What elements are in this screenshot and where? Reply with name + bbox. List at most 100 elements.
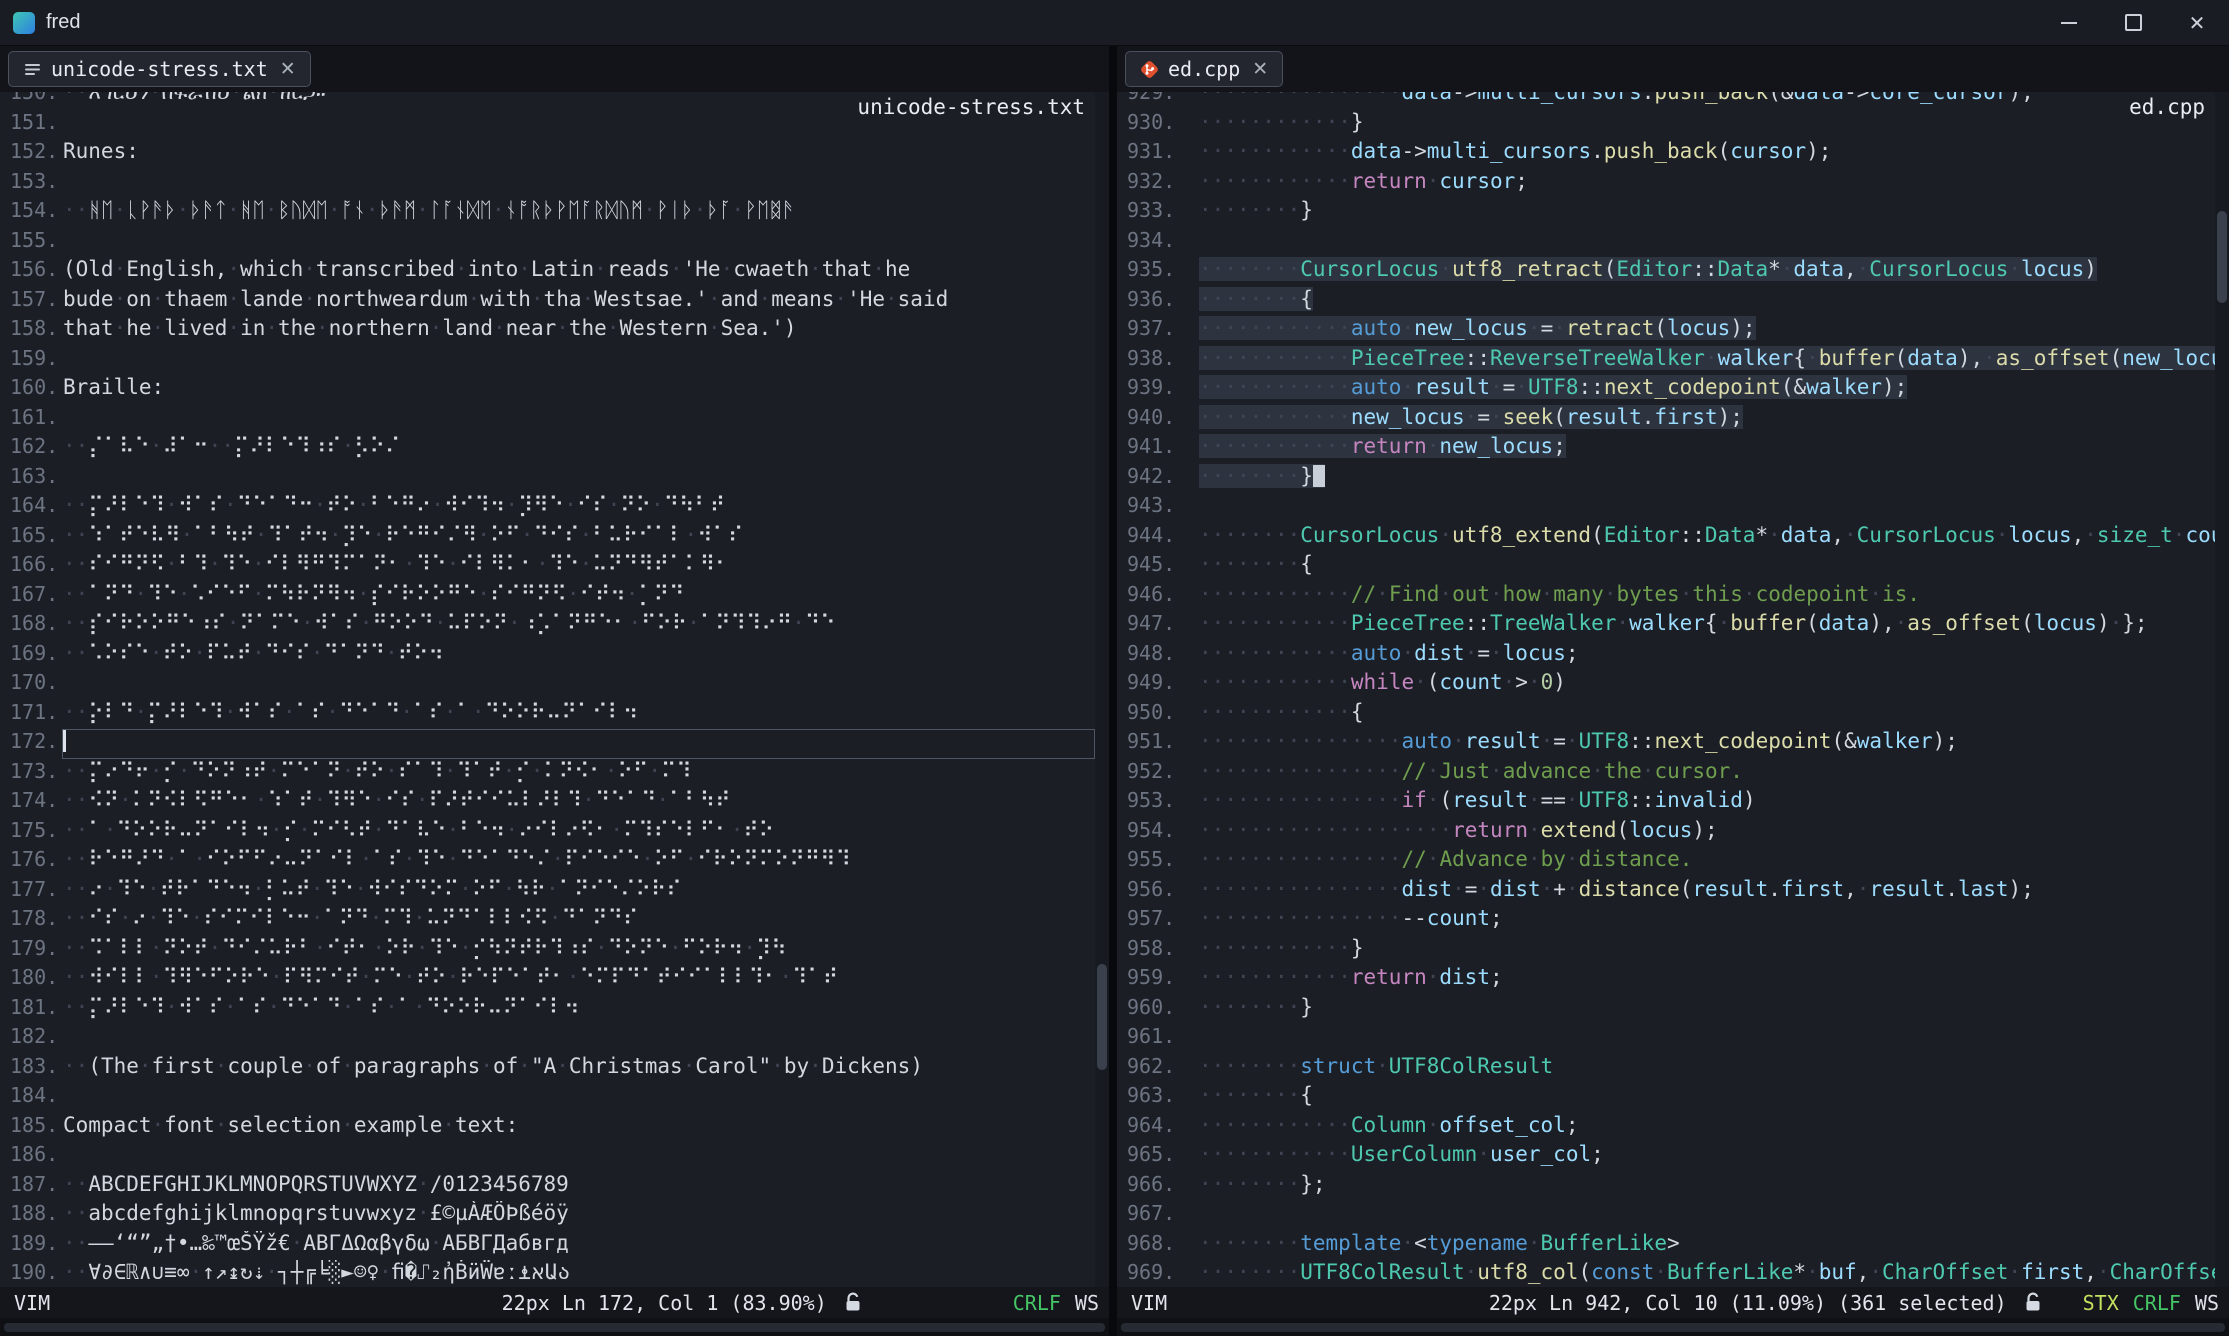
code-line[interactable]: 965.············UserColumn·user_col; [1117, 1142, 2215, 1172]
code-line[interactable]: 158.that·he·lived·in·the·northern·land·n… [0, 316, 1095, 346]
close-button[interactable]: ✕ [2165, 0, 2229, 45]
code-line[interactable]: 930.············} [1117, 110, 2215, 140]
code-line[interactable]: 165.··⠱⠁⠞⠑⠧⠻·⠁⠃⠳⠞·⠹⠁⠞⠲·⡹⠑·⠗⠑⠛⠊⠌⠻·⠕⠋·⠙⠊⠎·… [0, 523, 1095, 553]
code-line[interactable]: 170. [0, 670, 1095, 700]
code-line[interactable]: 952.················//·Just·advance·the·… [1117, 759, 2215, 789]
code-line[interactable]: 186. [0, 1142, 1095, 1172]
code-line[interactable]: 179.··⠩⠁⠇⠇·⠝⠕⠞·⠙⠊⠌⠥⠗⠃·⠊⠞⠂·⠕⠗·⠹⠑·⡊⠳⠝⠞⠗⠹⠰⠎… [0, 936, 1095, 966]
code-line[interactable]: 943. [1117, 493, 2215, 523]
code-line[interactable]: 188.··abcdefghijklmnopqrstuvwxyz·£©µÀÆÖÞ… [0, 1201, 1095, 1231]
code-line[interactable]: 157.bude·on·thaem·lande·northweardum·wit… [0, 287, 1095, 317]
code-line[interactable]: 181.··⡍⠜⠇⠑⠹·⠺⠁⠎·⠁⠎·⠙⠑⠁⠙·⠁⠎·⠁·⠙⠕⠕⠗⠤⠝⠁⠊⠇⠲ [0, 995, 1095, 1025]
code-line[interactable]: 164.··⡍⠜⠇⠑⠹·⠺⠁⠎·⠙⠑⠁⠙⠒·⠞⠕·⠃⠑⠛⠔·⠺⠊⠹⠲·⡹⠻⠑·⠊… [0, 493, 1095, 523]
code-line[interactable]: 942.········} [1117, 464, 2215, 494]
code-line[interactable]: 940.············new_locus·=·seek(result.… [1117, 405, 2215, 435]
code-line[interactable]: 176.··⠗⠑⠛⠜⠙·⠁·⠊⠕⠋⠋⠔⠤⠝⠁⠊⠇·⠁⠎·⠹⠑·⠙⠑⠁⠙⠑⠌·⠏⠊… [0, 847, 1095, 877]
code-line[interactable]: 183.··(The·first·couple·of·paragraphs·of… [0, 1054, 1095, 1084]
code-line[interactable]: 929.················data->multi_cursors.… [1117, 92, 2215, 110]
code-line[interactable]: 155. [0, 228, 1095, 258]
code-line[interactable]: 963.········{ [1117, 1083, 2215, 1113]
scrollbar-thumb[interactable] [2217, 211, 2227, 303]
code-line[interactable]: 166.··⠎⠊⠛⠝⠫·⠃⠹·⠹⠑·⠊⠇⠻⠛⠹⠍⠁⠝⠂·⠹⠑·⠊⠇⠻⠅⠂·⠹⠑·… [0, 552, 1095, 582]
code-line[interactable]: 948.············auto·dist·=·locus; [1117, 641, 2215, 671]
code-line[interactable]: 958.············} [1117, 936, 2215, 966]
code-line[interactable]: 956.················dist·=·dist·+·distan… [1117, 877, 2215, 907]
code-line[interactable]: 153. [0, 169, 1095, 199]
code-line[interactable]: 160.Braille: [0, 375, 1095, 405]
code-line[interactable]: 156.(Old·English,·which·transcribed·into… [0, 257, 1095, 287]
code-line[interactable]: 949.············while·(count·>·0) [1117, 670, 2215, 700]
code-line[interactable]: 944.········CursorLocus·utf8_extend(Edit… [1117, 523, 2215, 553]
code-line[interactable]: 945.········{ [1117, 552, 2215, 582]
editor-left[interactable]: unicode-stress.txt 150.··እግርህን·በፍራሽህ·ልክ·… [0, 92, 1109, 1287]
code-line[interactable]: 154.··ᚻᛖ·ᚳᚹᚫᚦ·ᚦᚫᛏ·ᚻᛖ·ᛒᚢᛞᛖ·ᚩᚾ·ᚦᚫᛗ·ᛚᚪᚾᛞᛖ·ᚾ… [0, 198, 1095, 228]
maximize-button[interactable] [2101, 0, 2165, 45]
code-line[interactable]: 964.············Column·offset_col; [1117, 1113, 2215, 1143]
code-line[interactable]: 968.········template·<typename·BufferLik… [1117, 1231, 2215, 1261]
code-line[interactable]: 163. [0, 464, 1095, 494]
tab-close-icon[interactable]: ✕ [1252, 58, 1268, 80]
code-line[interactable]: 967. [1117, 1201, 2215, 1231]
horizontal-scrollbar[interactable] [1117, 1318, 2229, 1336]
code-line[interactable]: 959.············return·dist; [1117, 965, 2215, 995]
scrollbar-thumb[interactable] [1097, 964, 1107, 1070]
code-line[interactable]: 932.············return·cursor; [1117, 169, 2215, 199]
tab-unicode-stress-txt[interactable]: unicode-stress.txt ✕ [8, 51, 311, 87]
code-line[interactable]: 934. [1117, 228, 2215, 258]
code-line[interactable]: 187.··ABCDEFGHIJKLMNOPQRSTUVWXYZ·/012345… [0, 1172, 1095, 1202]
code-line[interactable]: 185.Compact·font·selection·example·text: [0, 1113, 1095, 1143]
code-line[interactable]: 931.············data->multi_cursors.push… [1117, 139, 2215, 169]
code-line[interactable]: 953.················if·(result·==·UTF8::… [1117, 788, 2215, 818]
code-line[interactable]: 182. [0, 1024, 1095, 1054]
code-line[interactable]: 955.················//·Advance·by·distan… [1117, 847, 2215, 877]
code-area-right[interactable]: 929.················data->multi_cursors.… [1117, 92, 2215, 1287]
code-line[interactable]: 172. [0, 729, 1095, 759]
code-line[interactable]: 168.··⡎⠊⠗⠕⠕⠛⠑⠰⠎·⠝⠁⠍⠑·⠺⠁⠎·⠛⠕⠕⠙·⠥⠏⠕⠝·⠰⡡⠁⠝⠛… [0, 611, 1095, 641]
code-line[interactable]: 178.··⠊⠎·⠔·⠹⠑·⠎⠊⠍⠊⠇⠑⠒·⠁⠝⠙·⠍⠹·⠥⠝⠙⠁⠇⠇⠪⠫·⠙⠁… [0, 906, 1095, 936]
code-line[interactable]: 951.················auto·result·=·UTF8::… [1117, 729, 2215, 759]
code-line[interactable]: 174.··⠪⠝·⠅⠝⠪⠇⠫⠛⠑⠂·⠱⠁⠞·⠹⠻⠑·⠊⠎·⠏⠜⠞⠊⠊⠥⠇⠜⠇⠹·… [0, 788, 1095, 818]
code-line[interactable]: 941.············return·new_locus; [1117, 434, 2215, 464]
code-line[interactable]: 162.··⡌⠁⠧⠑·⠼⠁⠒··⡍⠜⠇⠑⠹⠰⠎·⡣⠕⠌ [0, 434, 1095, 464]
code-line[interactable]: 947.············PieceTree::TreeWalker·wa… [1117, 611, 2215, 641]
code-area-left[interactable]: 150.··እግርህን·በፍራሽህ·ልክ·ዘርጋ።151.152.Runes:1… [0, 92, 1095, 1287]
code-line[interactable]: 161. [0, 405, 1095, 435]
code-line[interactable]: 960.········} [1117, 995, 2215, 1025]
code-line[interactable]: 969.········UTF8ColResult·utf8_col(const… [1117, 1260, 2215, 1287]
code-line[interactable]: 957.················--count; [1117, 906, 2215, 936]
code-line[interactable]: 177.··⠔·⠹⠑·⠞⠗⠁⠙⠑⠲·⡃⠥⠞·⠹⠑·⠺⠊⠎⠙⠕⠍·⠕⠋·⠳⠗·⠁⠝… [0, 877, 1095, 907]
code-line[interactable]: 946.············//·Find·out·how·many·byt… [1117, 582, 2215, 612]
tab-ed-cpp[interactable]: ed.cpp ✕ [1125, 51, 1283, 87]
horizontal-scrollbar[interactable] [0, 1318, 1109, 1336]
vertical-scrollbar[interactable] [1095, 92, 1109, 1287]
code-line[interactable]: 173.··⡍⠔⠙⠖·⡊·⠙⠕⠝⠰⠞·⠍⠑⠁⠝·⠞⠕·⠎⠁⠹·⠹⠁⠞·⡊·⠅⠝⠪… [0, 759, 1095, 789]
scrollbar-thumb[interactable] [1121, 1323, 2225, 1332]
code-line[interactable]: 936.········{ [1117, 287, 2215, 317]
vertical-scrollbar[interactable] [2215, 92, 2229, 1287]
code-line[interactable]: 169.··⠡⠕⠎⠑·⠞⠕·⠏⠥⠞·⠙⠊⠎·⠙⠁⠝⠙·⠞⠕⠲ [0, 641, 1095, 671]
tab-close-icon[interactable]: ✕ [280, 58, 296, 80]
editor-right[interactable]: ed.cpp 929.················data->multi_c… [1117, 92, 2229, 1287]
code-line[interactable]: 954.····················return·extend(lo… [1117, 818, 2215, 848]
code-line[interactable]: 190.··∀∂∈ℝ∧∪≡∞·↑↗↨↻⇣·┐┼╔╘░►☺♀·ﬁ�⑀₂ἠḂӥẄɐː… [0, 1260, 1095, 1287]
code-line[interactable]: 152.Runes: [0, 139, 1095, 169]
code-line[interactable]: 189.··–—‘“”„†•…‰™œŠŸž€·ΑΒΓΔΩαβγδω·АБВГДа… [0, 1231, 1095, 1261]
scrollbar-thumb[interactable] [4, 1323, 1105, 1332]
code-line[interactable]: 962.········struct·UTF8ColResult [1117, 1054, 2215, 1084]
code-line[interactable]: 159. [0, 346, 1095, 376]
code-line[interactable]: 167.··⠁⠝⠙·⠹⠑·⠡⠊⠑⠋·⠍⠳⠗⠝⠻⠲·⡎⠊⠗⠕⠕⠛⠑·⠎⠊⠛⠝⠫·⠊… [0, 582, 1095, 612]
minimize-button[interactable] [2037, 0, 2101, 45]
unlock-icon[interactable] [2023, 1291, 2043, 1314]
code-line[interactable]: 184. [0, 1083, 1095, 1113]
code-line[interactable]: 171.··⡕⠇⠙·⡍⠜⠇⠑⠹·⠺⠁⠎·⠁⠎·⠙⠑⠁⠙·⠁⠎·⠁·⠙⠕⠕⠗⠤⠝⠁… [0, 700, 1095, 730]
code-line[interactable]: 937.············auto·new_locus·=·retract… [1117, 316, 2215, 346]
code-line[interactable]: 180.··⠺⠊⠇⠇·⠹⠻⠑⠋⠕⠗⠑·⠏⠻⠍⠊⠞·⠍⠑·⠞⠕·⠗⠑⠏⠑⠁⠞⠂·⠑… [0, 965, 1095, 995]
code-line[interactable]: 961. [1117, 1024, 2215, 1054]
code-line[interactable]: 935.········CursorLocus·utf8_retract(Edi… [1117, 257, 2215, 287]
code-line[interactable]: 933.········} [1117, 198, 2215, 228]
code-line[interactable]: 938.············PieceTree::ReverseTreeWa… [1117, 346, 2215, 376]
code-line[interactable]: 175.··⠁·⠙⠕⠕⠗⠤⠝⠁⠊⠇⠲·⡊·⠍⠊⠣⠞·⠙⠁⠧⠑·⠃⠑⠲·⠔⠊⠇⠔⠫… [0, 818, 1095, 848]
code-line[interactable]: 966.········}; [1117, 1172, 2215, 1202]
code-line[interactable]: 950.············{ [1117, 700, 2215, 730]
code-line[interactable]: 939.············auto·result·=·UTF8::next… [1117, 375, 2215, 405]
